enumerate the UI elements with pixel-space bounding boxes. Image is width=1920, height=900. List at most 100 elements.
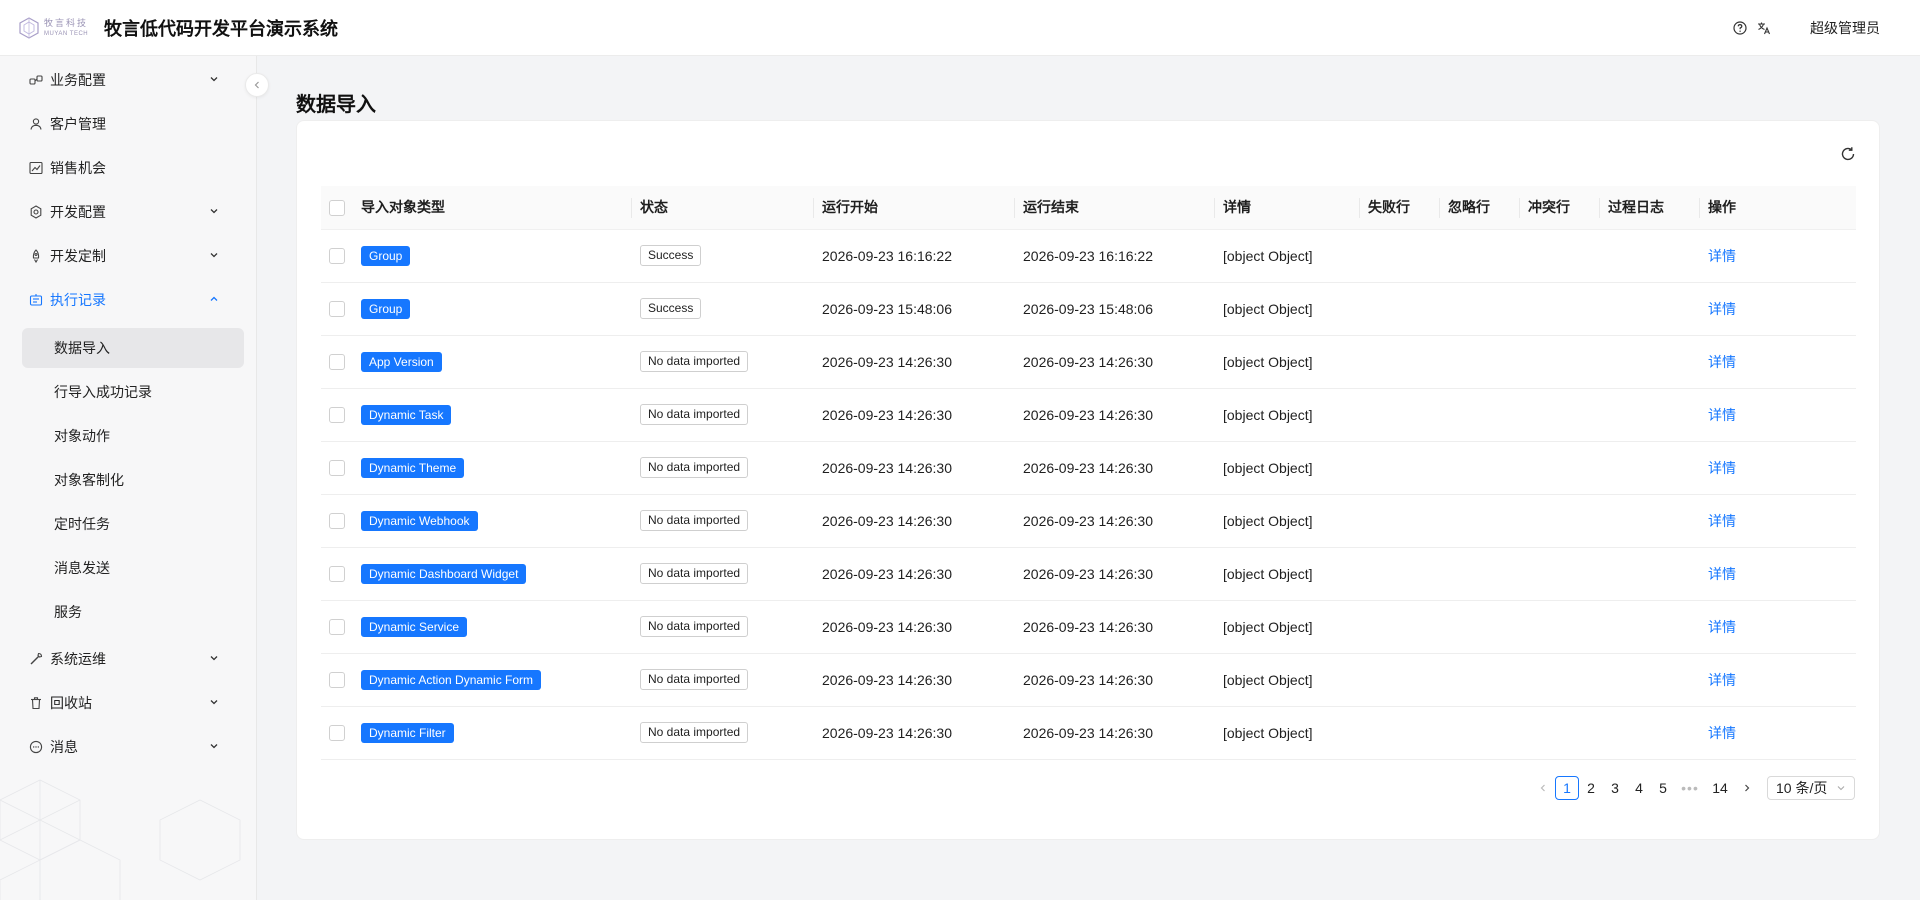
detail-cell: [object Object] — [1223, 618, 1313, 635]
sidebar-item-dev-config[interactable]: 开发配置 — [22, 192, 236, 232]
column-header-detail[interactable]: 详情 — [1215, 186, 1360, 230]
row-checkbox[interactable] — [329, 354, 345, 371]
chevron-down-icon — [1837, 786, 1845, 791]
detail-link[interactable]: 详情 — [1708, 407, 1736, 423]
table-row: Group Success 2026-09-23 16:16:22 2026-0… — [321, 229, 1856, 282]
detail-link[interactable]: 详情 — [1708, 301, 1736, 317]
sidebar-item-recycle-bin[interactable]: 回收站 — [22, 683, 236, 723]
row-checkbox[interactable] — [329, 566, 345, 583]
row-checkbox[interactable] — [329, 672, 345, 689]
chevron-left-icon — [254, 81, 259, 89]
column-header-type[interactable]: 导入对象类型 — [353, 186, 632, 230]
sidebar-item-dev-custom[interactable]: 开发定制 — [22, 236, 236, 276]
detail-cell: [object Object] — [1223, 300, 1313, 317]
column-header-start[interactable]: 运行开始 — [814, 186, 1015, 230]
log-cell — [1600, 441, 1700, 494]
column-header-ignored[interactable]: 忽略行 — [1440, 186, 1520, 230]
detail-link[interactable]: 详情 — [1708, 566, 1736, 582]
sidebar-item-label: 开发配置 — [50, 204, 106, 220]
sidebar-item-opportunities[interactable]: 销售机会 — [22, 148, 236, 188]
column-header-status[interactable]: 状态 — [632, 186, 814, 230]
column-header-conflict[interactable]: 冲突行 — [1520, 186, 1600, 230]
app-title: 牧言低代码开发平台演示系统 — [104, 18, 338, 39]
object-type-tag: Group — [361, 245, 411, 266]
page-size-select[interactable]: 10 条/页 — [1767, 776, 1855, 800]
failed-cell — [1360, 229, 1440, 282]
detail-cell: [object Object] — [1223, 406, 1313, 423]
pagination: 1 2 3 4 5 ••• 14 10 条/页 — [1531, 776, 1855, 800]
help-circle-icon[interactable] — [1732, 20, 1748, 36]
end-time-cell: 2026-09-23 14:26:30 — [1023, 353, 1153, 370]
sidebar-subitem-object-customization[interactable]: 对象客制化 — [22, 460, 244, 500]
sidebar-subitem-object-actions[interactable]: 对象动作 — [22, 416, 244, 456]
sidebar-subitem-label: 消息发送 — [54, 560, 110, 576]
table-row: Dynamic Filter No data imported 2026-09-… — [321, 706, 1856, 759]
sidebar-item-ops[interactable]: 系统运维 — [22, 639, 236, 679]
end-time-cell: 2026-09-23 14:26:30 — [1023, 618, 1153, 635]
sidebar-subitem-label: 对象动作 — [54, 428, 110, 444]
sidebar-subitem-services[interactable]: 服务 — [22, 592, 244, 632]
sidebar-subitem-row-import-success[interactable]: 行导入成功记录 — [22, 372, 244, 412]
sidebar-item-execution-records[interactable]: 执行记录 — [22, 280, 236, 320]
column-header-failed[interactable]: 失败行 — [1360, 186, 1440, 230]
table-row: Dynamic Action Dynamic Form No data impo… — [321, 653, 1856, 706]
table-row: App Version No data imported 2026-09-23 … — [321, 335, 1856, 388]
brand-logo[interactable]: 牧言科技 MUYAN TECH — [18, 10, 94, 46]
log-cell — [1600, 335, 1700, 388]
sidebar-subitem-scheduled-tasks[interactable]: 定时任务 — [22, 504, 244, 544]
rocket-icon — [28, 248, 44, 264]
sidebar-subitem-message-sending[interactable]: 消息发送 — [22, 548, 244, 588]
reload-icon[interactable] — [1839, 145, 1857, 163]
conflict-cell — [1520, 441, 1600, 494]
prev-page-button[interactable] — [1531, 776, 1555, 800]
detail-link[interactable]: 详情 — [1708, 725, 1736, 741]
sidebar-item-business-config[interactable]: 业务配置 — [22, 60, 236, 100]
row-checkbox[interactable] — [329, 513, 345, 530]
log-cell — [1600, 494, 1700, 547]
column-header-end[interactable]: 运行结束 — [1015, 186, 1215, 230]
page-4-button[interactable]: 4 — [1627, 776, 1651, 800]
detail-link[interactable]: 详情 — [1708, 513, 1736, 529]
detail-link[interactable]: 详情 — [1708, 460, 1736, 476]
detail-link[interactable]: 详情 — [1708, 248, 1736, 264]
sidebar-subitem-label: 行导入成功记录 — [54, 384, 152, 400]
page-1-button[interactable]: 1 — [1555, 776, 1579, 800]
page-size-value: 10 条/页 — [1776, 780, 1828, 796]
detail-link[interactable]: 详情 — [1708, 354, 1736, 370]
row-checkbox[interactable] — [329, 407, 345, 424]
sidebar-item-messages[interactable]: 消息 — [22, 727, 236, 767]
detail-cell: [object Object] — [1223, 247, 1313, 264]
sidebar: 业务配置 客户管理 销售机会 开发配置 开发定制 执行记录 数据导入 行导入成功… — [0, 56, 257, 900]
start-time-cell: 2026-09-23 14:26:30 — [822, 724, 952, 741]
link-icon — [28, 72, 44, 88]
row-checkbox[interactable] — [329, 301, 345, 318]
status-badge: No data imported — [640, 616, 749, 637]
column-header-log[interactable]: 过程日志 — [1600, 186, 1700, 230]
select-all-cell — [321, 186, 353, 230]
row-checkbox[interactable] — [329, 619, 345, 636]
row-checkbox[interactable] — [329, 248, 345, 265]
select-all-checkbox[interactable] — [329, 199, 345, 216]
row-checkbox[interactable] — [329, 725, 345, 742]
ignored-cell — [1440, 282, 1520, 335]
current-user[interactable]: 超级管理员 — [1810, 18, 1880, 38]
jump-next-ellipsis[interactable]: ••• — [1675, 776, 1705, 800]
start-time-cell: 2026-09-23 14:26:30 — [822, 512, 952, 529]
chevron-left-icon — [1540, 784, 1545, 792]
log-cell — [1600, 653, 1700, 706]
page-3-button[interactable]: 3 — [1603, 776, 1627, 800]
sidebar-subitem-data-import[interactable]: 数据导入 — [22, 328, 244, 368]
page-last-button[interactable]: 14 — [1705, 776, 1735, 800]
sidebar-item-label: 系统运维 — [50, 651, 106, 667]
translate-icon[interactable] — [1756, 20, 1772, 36]
failed-cell — [1360, 600, 1440, 653]
next-page-button[interactable] — [1735, 776, 1759, 800]
row-checkbox[interactable] — [329, 460, 345, 477]
page-5-button[interactable]: 5 — [1651, 776, 1675, 800]
import-records-table: 导入对象类型 状态 运行开始 运行结束 详情 失败行 忽略行 冲突行 过程日志 … — [321, 186, 1856, 760]
page-2-button[interactable]: 2 — [1579, 776, 1603, 800]
detail-link[interactable]: 详情 — [1708, 672, 1736, 688]
sidebar-item-customers[interactable]: 客户管理 — [22, 104, 236, 144]
detail-link[interactable]: 详情 — [1708, 619, 1736, 635]
sidebar-collapse-button[interactable] — [245, 73, 269, 97]
